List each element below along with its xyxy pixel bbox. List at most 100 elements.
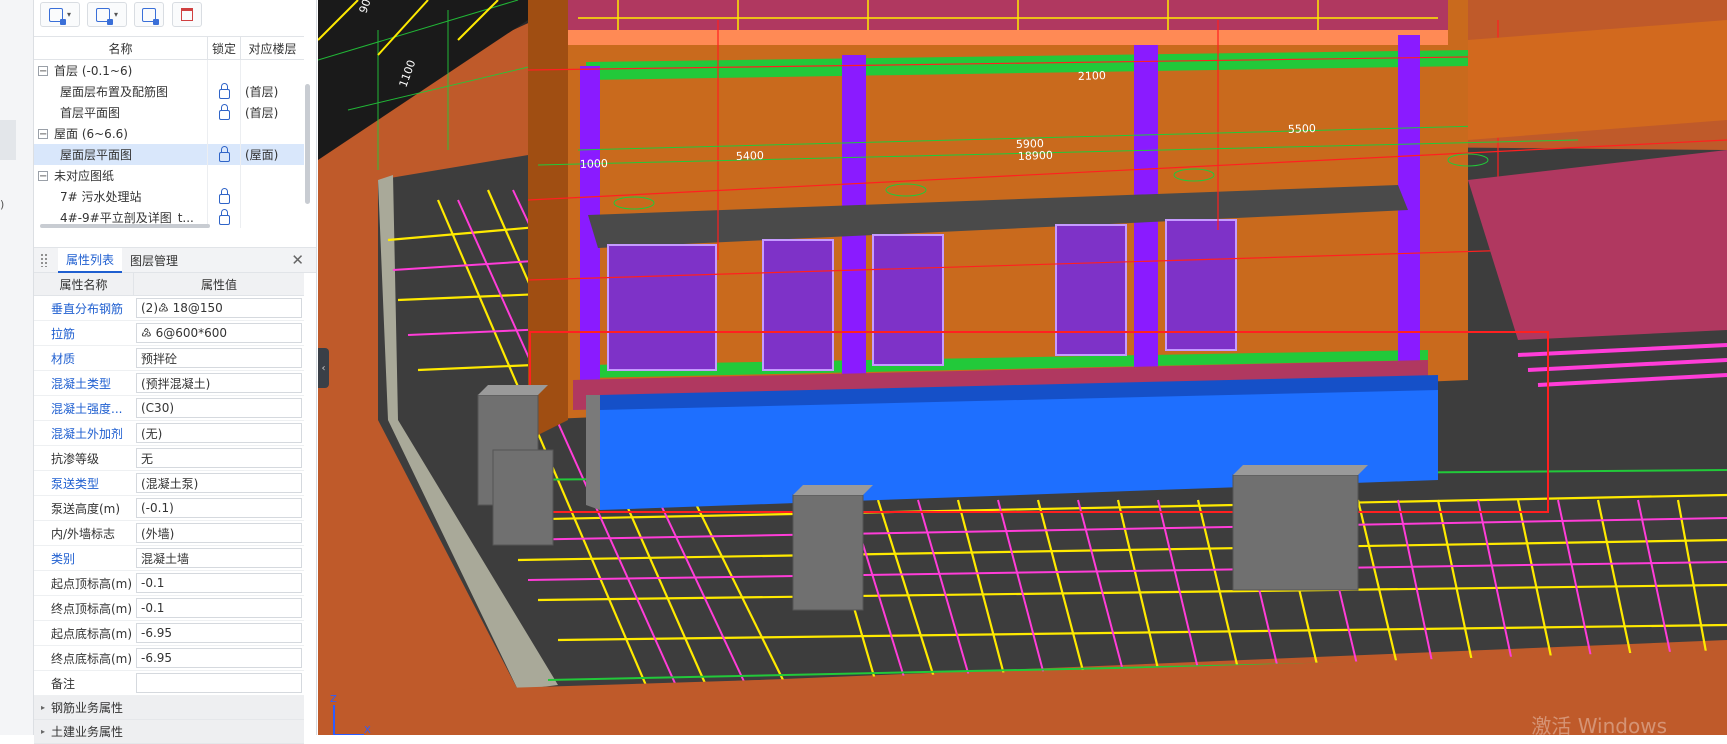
property-value-field[interactable]: -6.95 [136,648,302,668]
copy-drawing-button[interactable] [134,2,164,27]
property-row: 拉筋 ♴ 6@600*600 [34,321,304,346]
tree-item-row[interactable]: 屋面层布置及配筋图 (首层) [34,81,304,102]
axis-z-label: Z [330,694,337,705]
tree-item-row[interactable]: 7# 污水处理站 [34,186,304,207]
tree-row-label: 首层平面图 [60,106,121,120]
panel-collapse-handle[interactable]: ‹ [318,348,329,388]
property-name[interactable]: 混凝土强度... [34,396,134,420]
tab-property-list[interactable]: 属性列表 [58,247,123,273]
property-group-row[interactable]: ▸ 土建业务属性 [34,720,304,744]
tree-row-label: 未对应图纸 [54,169,115,183]
property-table: 属性名称 属性值 垂直分布钢筋 (2)♴ 18@150 拉筋 ♴ 6@600*600 材… [34,273,304,744]
property-row: 起点底标高(m) -6.95 [34,621,304,646]
property-row: 泵送类型 (混凝土泵) [34,471,304,496]
drag-grip-icon[interactable] [40,253,48,267]
tree-header-floor: 对应楼层 [248,41,297,56]
tree-row-floor [241,165,304,186]
property-value-field[interactable]: (混凝土泵) [136,473,302,493]
property-group-label: 钢筋业务属性 [51,701,124,715]
chevron-down-icon: ▾ [113,10,118,19]
property-header-value: 属性值 [200,277,237,292]
3d-model-view[interactable]: 900 1100 1000 5400 5900 18900 5500 2100 … [318,0,1727,735]
property-value-field[interactable]: (2)♴ 18@150 [136,298,302,318]
property-name[interactable]: 材质 [34,346,134,370]
property-value-field[interactable] [136,673,302,693]
property-row: 类别 混凝土墙 [34,546,304,571]
lock-icon[interactable] [218,145,230,162]
property-tabs: 属性列表 图层管理 ✕ [34,247,316,273]
expand-arrow-icon[interactable]: ▸ [41,703,45,712]
tree-row-floor [241,207,304,228]
svg-text:5500: 5500 [1288,122,1316,136]
property-value-field[interactable]: (C30) [136,398,302,418]
lock-icon[interactable] [218,82,230,99]
lock-icon[interactable] [218,187,230,204]
tree-group-row[interactable]: − 屋面 (6~6.6) [34,123,304,144]
tree-group-row[interactable]: − 首层 (-0.1~6) [34,60,304,81]
windows-activation-watermark: 激活 Windows [1531,714,1667,735]
lock-icon[interactable] [218,103,230,120]
drawing-toolbar: ▾ ▾ [34,0,316,31]
property-group-row[interactable]: ▸ 钢筋业务属性 [34,696,304,720]
property-value-field[interactable]: 预拌砼 [136,348,302,368]
left-strip-selection[interactable] [0,120,16,160]
collapse-toggle-icon[interactable]: − [38,128,48,139]
tree-row-floor: (屋面) [245,148,279,162]
collapse-toggle-icon[interactable]: − [38,170,48,181]
property-value-field[interactable]: -0.1 [136,598,302,618]
close-icon[interactable]: ✕ [291,251,304,269]
property-name: 内/外墙标志 [51,526,116,541]
property-value-field[interactable]: -6.95 [136,623,302,643]
tree-item-row[interactable]: 首层平面图 (首层) [34,102,304,123]
3d-viewport[interactable]: 900 1100 1000 5400 5900 18900 5500 2100 … [318,0,1727,735]
property-name[interactable]: 混凝土类型 [34,371,134,395]
property-name[interactable]: 垂直分布钢筋 [34,296,134,320]
property-value-field[interactable]: (-0.1) [136,498,302,518]
tree-row-label: 首层 (-0.1~6) [54,64,133,78]
property-value-field[interactable]: (预拌混凝土) [136,373,302,393]
tree-row-floor: (首层) [245,85,279,99]
property-name[interactable]: 拉筋 [34,321,134,345]
property-name[interactable]: 泵送类型 [34,471,134,495]
delete-drawing-button[interactable] [172,2,202,27]
add-drawing-icon [48,7,66,25]
tree-vertical-scrollbar[interactable] [305,84,310,204]
lock-icon[interactable] [218,208,230,225]
property-row: 混凝土强度... (C30) [34,396,304,421]
property-group-label: 土建业务属性 [51,725,124,739]
tree-row-label: 屋面层布置及配筋图 [60,85,169,99]
property-value-field[interactable]: (无) [136,423,302,443]
edit-drawing-icon [95,7,113,25]
property-value-field[interactable]: 混凝土墙 [136,548,302,568]
property-name[interactable]: 混凝土外加剂 [34,421,134,445]
property-name[interactable]: 类别 [34,546,134,570]
property-row: 内/外墙标志 (外墙) [34,521,304,546]
collapse-toggle-icon[interactable]: − [38,65,48,76]
property-row: 泵送高度(m) (-0.1) [34,496,304,521]
property-name: 终点底标高(m) [51,651,133,666]
tree-row-floor [241,123,304,144]
property-value-field[interactable]: 无 [136,448,302,468]
edit-drawing-button[interactable]: ▾ [87,2,127,27]
copy-drawing-icon [142,7,159,25]
axis-x-label: X [364,725,371,735]
tab-layer-manager[interactable]: 图层管理 [122,248,186,273]
property-value-field[interactable]: -0.1 [136,573,302,593]
property-table-header: 属性名称 属性值 [34,273,304,296]
property-row: 材质 预拌砼 [34,346,304,371]
tree-item-row[interactable]: 屋面层平面图 (屋面) [34,144,304,165]
tree-horizontal-scrollbar[interactable] [40,224,210,228]
tree-row-floor [241,186,304,207]
tree-group-row[interactable]: − 未对应图纸 [34,165,304,186]
property-row: 终点底标高(m) -6.95 [34,646,304,671]
property-name: 起点底标高(m) [51,626,133,641]
svg-text:5400: 5400 [736,149,764,163]
left-collapsed-strip: ) [0,0,34,735]
property-value-field[interactable]: (外墙) [136,523,302,543]
svg-text:2100: 2100 [1078,69,1106,83]
roof-edge [568,30,1448,45]
property-value-field[interactable]: ♴ 6@600*600 [136,323,302,343]
add-drawing-button[interactable]: ▾ [40,2,80,27]
tree-row-floor [241,60,304,81]
delete-icon [181,8,193,21]
